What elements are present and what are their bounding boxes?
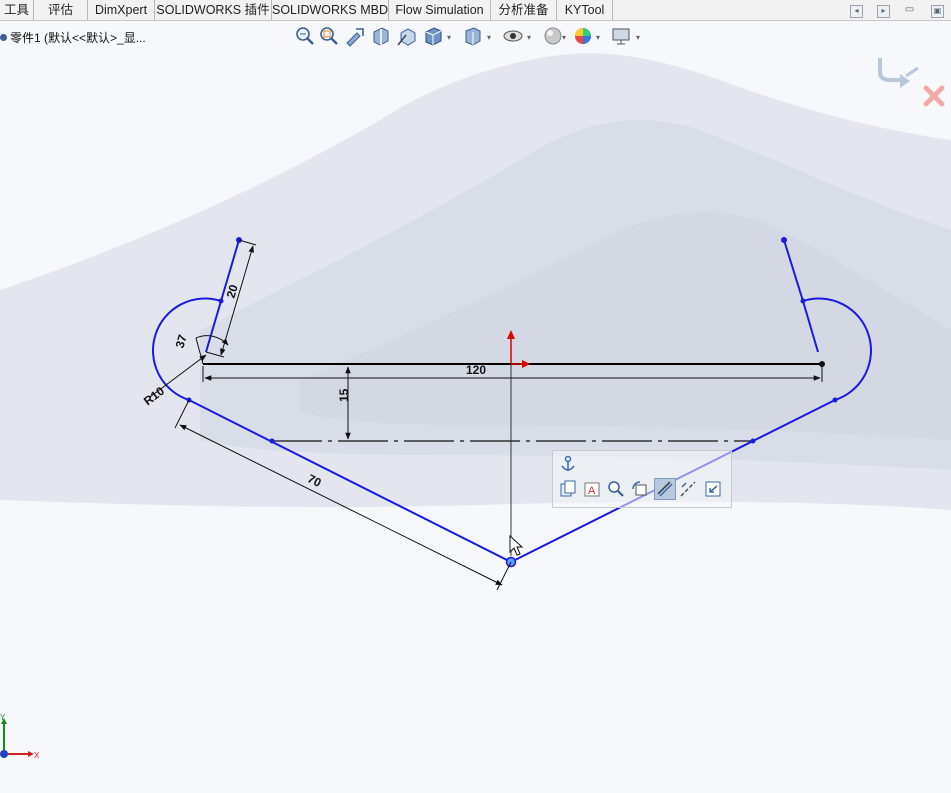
svg-text:A: A bbox=[588, 485, 596, 497]
exit-sketch-icon[interactable] bbox=[703, 479, 723, 499]
fix-relation-icon[interactable] bbox=[558, 454, 578, 474]
smart-dimension-icon[interactable] bbox=[654, 478, 676, 500]
tile-right-icon[interactable]: ▸ bbox=[877, 5, 890, 18]
tab-evaluate[interactable]: 评估 bbox=[34, 0, 88, 20]
tab-kytool[interactable]: KYTool bbox=[557, 0, 613, 20]
triad-x-label: X bbox=[34, 751, 40, 760]
triad-y-label: Y bbox=[0, 713, 6, 722]
view-settings-icon[interactable] bbox=[572, 25, 594, 47]
zoom-to-area-icon[interactable] bbox=[318, 25, 340, 47]
restore-window-icon[interactable]: ▭ bbox=[904, 5, 915, 16]
copy-entities-icon[interactable] bbox=[558, 479, 578, 499]
hide-show-items-icon[interactable] bbox=[462, 25, 484, 47]
apply-scene-icon[interactable] bbox=[542, 25, 564, 47]
tab-solidworks-addins[interactable]: SOLIDWORKS 插件 bbox=[155, 0, 272, 20]
tab-flow-simulation[interactable]: Flow Simulation bbox=[389, 0, 491, 20]
construction-geometry-icon[interactable] bbox=[678, 479, 698, 499]
sketch-text-icon[interactable]: A bbox=[582, 479, 602, 499]
part-name: 零件1 (默认<<默认>_显... bbox=[10, 31, 146, 45]
rotate-entity-icon[interactable] bbox=[630, 479, 650, 499]
monitor-display-icon[interactable] bbox=[610, 25, 632, 47]
dim-height-15[interactable]: 15 bbox=[337, 388, 351, 402]
coordinate-triad: Y X bbox=[0, 713, 40, 760]
expand-panel-icon[interactable]: ▣ bbox=[931, 5, 944, 18]
context-toolbar: A bbox=[552, 450, 732, 508]
edit-appearance-icon[interactable] bbox=[502, 25, 524, 47]
dim-width-120[interactable]: 120 bbox=[466, 363, 486, 377]
tile-left-icon[interactable]: ◂ bbox=[850, 5, 863, 18]
confirmation-corner[interactable] bbox=[872, 54, 951, 114]
section-view-icon[interactable] bbox=[370, 25, 392, 47]
previous-view-icon[interactable] bbox=[344, 25, 366, 47]
zoom-to-selection-icon[interactable] bbox=[606, 479, 626, 499]
feature-tree-flyout[interactable]: 零件1 (默认<<默认>_显... bbox=[0, 29, 146, 46]
tab-analysis-preparation[interactable]: 分析准备 bbox=[491, 0, 557, 20]
display-style-icon[interactable] bbox=[422, 25, 444, 47]
zoom-to-fit-icon[interactable] bbox=[294, 25, 316, 47]
part-icon bbox=[0, 34, 7, 41]
cancel-sketch-icon[interactable] bbox=[923, 85, 945, 107]
tab-solidworks-mbd[interactable]: SOLIDWORKS MBD bbox=[272, 0, 389, 20]
graphics-area[interactable]: 120 15 70 20 37 R10 bbox=[0, 0, 951, 793]
tab-dimxpert[interactable]: DimXpert bbox=[88, 0, 155, 20]
tab-tools[interactable]: 工具 bbox=[0, 0, 34, 20]
exit-sketch-icon[interactable] bbox=[878, 58, 919, 88]
view-orientation-icon[interactable] bbox=[396, 25, 418, 47]
command-manager-tabs: 工具 评估 DimXpert SOLIDWORKS 插件 SOLIDWORKS … bbox=[0, 0, 951, 21]
